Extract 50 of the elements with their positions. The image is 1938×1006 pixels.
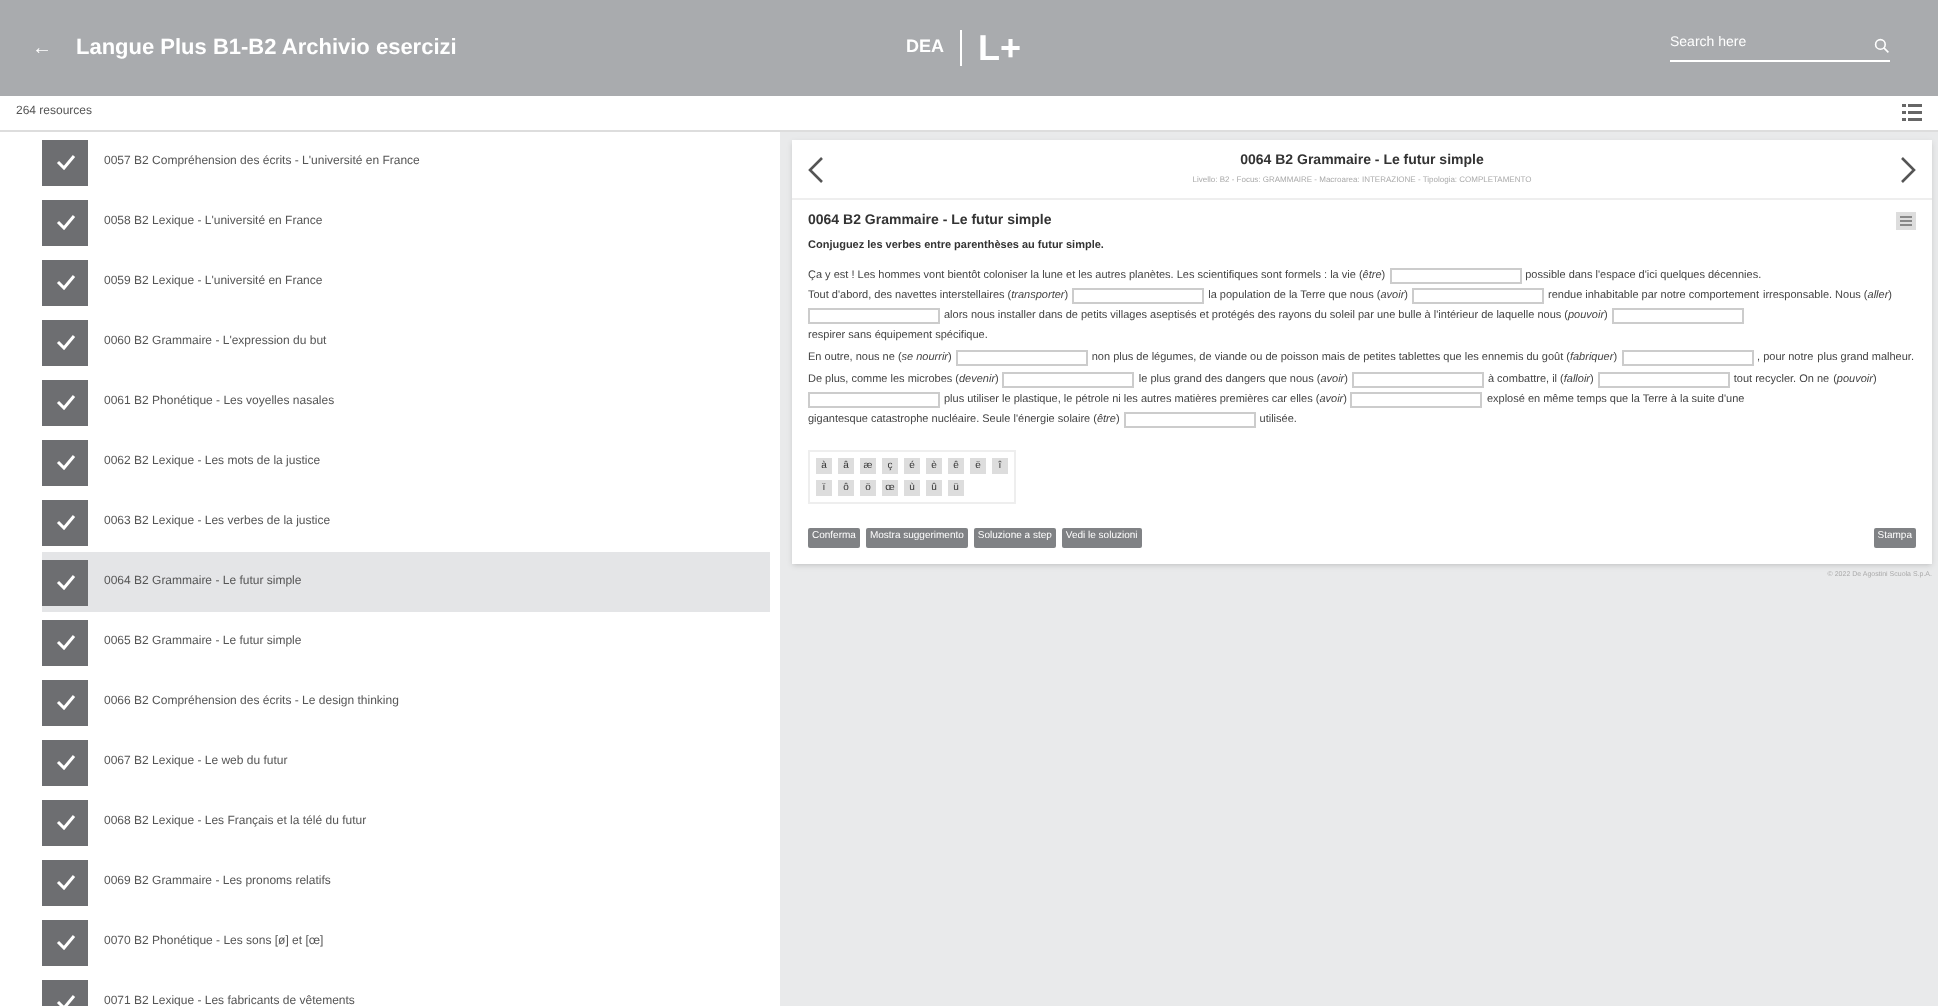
- answer-field[interactable]: [1072, 287, 1205, 304]
- answer-field[interactable]: [1123, 411, 1256, 428]
- check-icon: [55, 274, 75, 290]
- check-icon: [55, 334, 75, 350]
- app-title: Langue Plus B1-B2 Archivio esercizi: [76, 33, 459, 64]
- check-icon: [55, 694, 75, 710]
- checkbox[interactable]: [42, 439, 88, 485]
- checkbox[interactable]: [42, 499, 88, 545]
- check-icon: [55, 214, 75, 230]
- check-icon: [55, 154, 75, 170]
- answer-field[interactable]: [1412, 287, 1544, 304]
- checkbox[interactable]: [42, 799, 88, 845]
- answer-field[interactable]: [955, 349, 1088, 366]
- answer-field[interactable]: [1611, 307, 1744, 324]
- answer-field[interactable]: [1002, 371, 1135, 388]
- checkbox[interactable]: [42, 739, 88, 785]
- checkbox[interactable]: [42, 199, 88, 245]
- check-icon: [55, 814, 75, 830]
- checkbox[interactable]: [42, 319, 88, 365]
- checkbox[interactable]: [42, 679, 88, 725]
- answer-field[interactable]: [1350, 391, 1483, 408]
- menu-icon[interactable]: [1896, 212, 1916, 230]
- answer-field[interactable]: [808, 391, 940, 408]
- checkbox[interactable]: [42, 919, 88, 965]
- search-icon: [1874, 37, 1890, 53]
- check-icon: [55, 394, 75, 410]
- checkbox[interactable]: [42, 379, 88, 425]
- checkbox[interactable]: [42, 139, 88, 185]
- checkbox[interactable]: [42, 859, 88, 905]
- answer-field[interactable]: [1621, 349, 1754, 366]
- checkbox[interactable]: [42, 619, 88, 665]
- check-icon: [55, 754, 75, 770]
- check-icon: [55, 874, 75, 890]
- logo-mark: L+: [978, 25, 1022, 71]
- check-icon: [55, 514, 75, 530]
- check-icon: [55, 634, 75, 650]
- logo: DEA: [906, 34, 945, 61]
- check-icon: [55, 454, 75, 470]
- check-icon: [55, 994, 75, 1006]
- list-view-icon[interactable]: [1902, 104, 1922, 122]
- answer-field[interactable]: [1389, 267, 1522, 284]
- answer-field[interactable]: [1597, 371, 1730, 388]
- check-icon: [55, 934, 75, 950]
- chevron-right-icon[interactable]: [1899, 155, 1916, 183]
- check-icon: [55, 574, 75, 590]
- chevron-left-icon[interactable]: [808, 155, 824, 183]
- checkbox[interactable]: [42, 259, 88, 305]
- answer-field[interactable]: [1351, 371, 1484, 388]
- answer-field[interactable]: [808, 307, 940, 324]
- checkbox[interactable]: [42, 559, 88, 605]
